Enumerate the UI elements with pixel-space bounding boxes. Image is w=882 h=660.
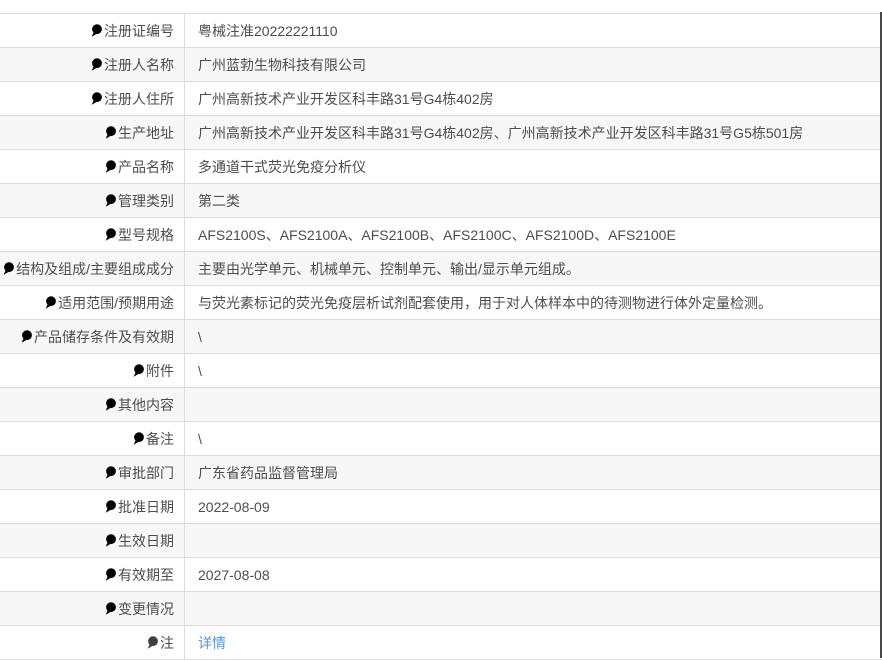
row-value: \ <box>185 354 882 387</box>
table-row: 注册人住所 广州高新技术产业开发区科丰路31号G4栋402房 <box>0 82 882 116</box>
row-label: 适用范围/预期用途 <box>0 286 185 319</box>
note-balloon-icon <box>91 92 102 106</box>
table-row: 生产地址 广州高新技术产业开发区科丰路31号G4栋402房、广州高新技术产业开发… <box>0 116 882 150</box>
row-label-text: 批准日期 <box>118 497 174 517</box>
note-balloon-icon <box>105 500 116 514</box>
row-label-text: 备注 <box>146 429 174 449</box>
table-row: 产品名称 多通道干式荧光免疫分析仪 <box>0 150 882 184</box>
row-label: 产品储存条件及有效期 <box>0 320 185 353</box>
row-value: 与荧光素标记的荧光免疫层析试剂配套使用，用于对人体样本中的待测物进行体外定量检测… <box>185 286 882 319</box>
row-label: 附件 <box>0 354 185 387</box>
row-label: 其他内容 <box>0 388 185 421</box>
note-balloon-icon <box>105 160 116 174</box>
table-row: 注 详情 <box>0 626 882 660</box>
row-label-text: 管理类别 <box>118 191 174 211</box>
table-row: 附件 \ <box>0 354 882 388</box>
row-label: 生产地址 <box>0 116 185 149</box>
note-balloon-icon <box>91 58 102 72</box>
table-row: 型号规格 AFS2100S、AFS2100A、AFS2100B、AFS2100C… <box>0 218 882 252</box>
note-balloon-icon <box>45 296 56 310</box>
table-row: 生效日期 <box>0 524 882 558</box>
table-row: 结构及组成/主要组成成分 主要由光学单元、机械单元、控制单元、输出/显示单元组成… <box>0 252 882 286</box>
note-balloon-icon <box>105 602 116 616</box>
registration-detail-table: 注册证编号 粤械注准20222221110 注册人名称 广州蓝勃生物科技有限公司 <box>0 13 882 660</box>
row-label: 审批部门 <box>0 456 185 489</box>
row-label-text: 产品储存条件及有效期 <box>34 327 174 347</box>
row-label: 生效日期 <box>0 524 185 557</box>
row-value: 2022-08-09 <box>185 490 882 523</box>
row-label: 备注 <box>0 422 185 455</box>
note-balloon-icon <box>105 568 116 582</box>
row-label: 结构及组成/主要组成成分 <box>0 252 185 285</box>
row-label-text: 适用范围/预期用途 <box>58 293 174 313</box>
row-value: 详情 <box>185 626 882 659</box>
row-value: 广州蓝勃生物科技有限公司 <box>185 48 882 81</box>
note-balloon-icon <box>105 398 116 412</box>
note-balloon-icon <box>105 534 116 548</box>
note-balloon-icon <box>21 330 32 344</box>
note-balloon-icon <box>147 636 158 650</box>
table-row: 其他内容 <box>0 388 882 422</box>
table-row: 变更情况 <box>0 592 882 626</box>
table-row: 注册证编号 粤械注准20222221110 <box>0 14 882 48</box>
table-row: 注册人名称 广州蓝勃生物科技有限公司 <box>0 48 882 82</box>
row-label: 注 <box>0 626 185 659</box>
row-value: \ <box>185 422 882 455</box>
details-link[interactable]: 详情 <box>198 633 226 653</box>
note-balloon-icon <box>91 24 102 38</box>
row-value: 第二类 <box>185 184 882 217</box>
row-value: 广州高新技术产业开发区科丰路31号G4栋402房 <box>185 82 882 115</box>
row-label-text: 产品名称 <box>118 157 174 177</box>
row-label-text: 其他内容 <box>118 395 174 415</box>
row-label: 批准日期 <box>0 490 185 523</box>
row-label-text: 结构及组成/主要组成成分 <box>16 259 174 279</box>
row-value: 广东省药品监督管理局 <box>185 456 882 489</box>
row-label: 注册人名称 <box>0 48 185 81</box>
row-value: 粤械注准20222221110 <box>185 14 882 47</box>
table-row: 审批部门 广东省药品监督管理局 <box>0 456 882 490</box>
row-label: 型号规格 <box>0 218 185 251</box>
row-label: 注册证编号 <box>0 14 185 47</box>
note-balloon-icon <box>133 432 144 446</box>
row-label-text: 注 <box>160 633 174 653</box>
table-row: 有效期至 2027-08-08 <box>0 558 882 592</box>
note-balloon-icon <box>3 262 14 276</box>
row-label-text: 附件 <box>146 361 174 381</box>
table-row: 适用范围/预期用途 与荧光素标记的荧光免疫层析试剂配套使用，用于对人体样本中的待… <box>0 286 882 320</box>
row-label-text: 型号规格 <box>118 225 174 245</box>
note-balloon-icon <box>105 466 116 480</box>
note-balloon-icon <box>133 364 144 378</box>
table-row: 管理类别 第二类 <box>0 184 882 218</box>
row-label: 注册人住所 <box>0 82 185 115</box>
row-value: 主要由光学单元、机械单元、控制单元、输出/显示单元组成。 <box>185 252 882 285</box>
row-label-text: 生效日期 <box>118 531 174 551</box>
row-label-text: 注册证编号 <box>104 21 174 41</box>
row-label-text: 有效期至 <box>118 565 174 585</box>
row-value <box>185 388 882 421</box>
row-label: 有效期至 <box>0 558 185 591</box>
table-row: 产品储存条件及有效期 \ <box>0 320 882 354</box>
note-balloon-icon <box>105 126 116 140</box>
row-label-text: 生产地址 <box>118 123 174 143</box>
row-value: \ <box>185 320 882 353</box>
row-value: 2027-08-08 <box>185 558 882 591</box>
row-label: 管理类别 <box>0 184 185 217</box>
row-value: 广州高新技术产业开发区科丰路31号G4栋402房、广州高新技术产业开发区科丰路3… <box>185 116 882 149</box>
note-balloon-icon <box>105 194 116 208</box>
row-value <box>185 592 882 625</box>
row-value: 多通道干式荧光免疫分析仪 <box>185 150 882 183</box>
table-row: 备注 \ <box>0 422 882 456</box>
row-label-text: 注册人名称 <box>104 55 174 75</box>
row-label: 变更情况 <box>0 592 185 625</box>
row-label-text: 注册人住所 <box>104 89 174 109</box>
row-value: AFS2100S、AFS2100A、AFS2100B、AFS2100C、AFS2… <box>185 218 882 251</box>
row-value <box>185 524 882 557</box>
row-label-text: 审批部门 <box>118 463 174 483</box>
note-balloon-icon <box>105 228 116 242</box>
table-row: 批准日期 2022-08-09 <box>0 490 882 524</box>
row-label-text: 变更情况 <box>118 599 174 619</box>
row-label: 产品名称 <box>0 150 185 183</box>
